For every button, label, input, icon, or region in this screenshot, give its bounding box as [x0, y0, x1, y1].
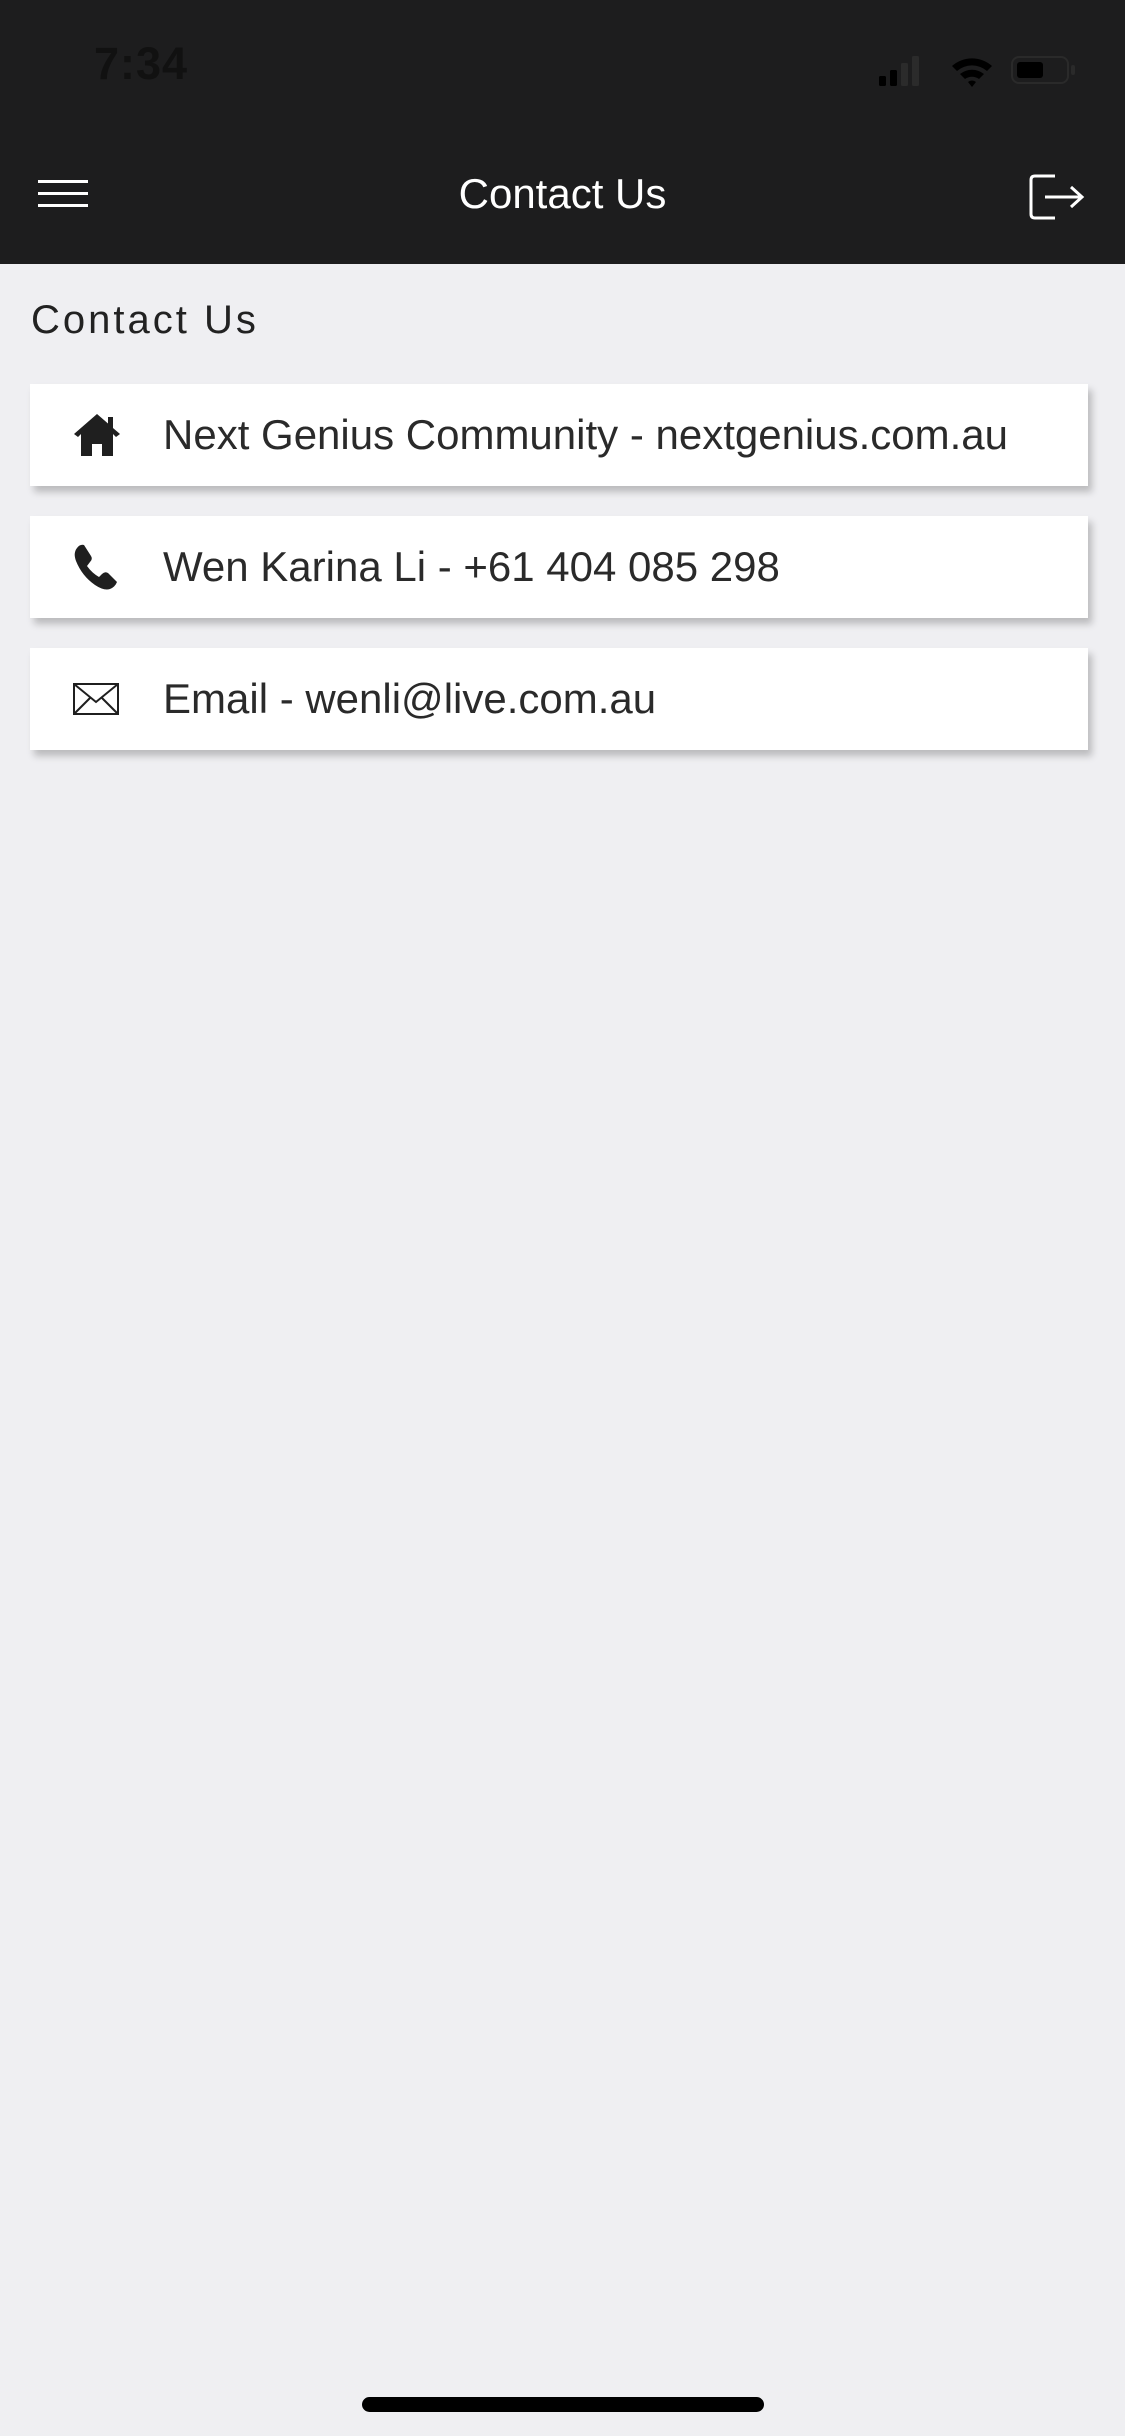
- status-icons: [879, 56, 1075, 87]
- section-title: Contact Us: [31, 298, 259, 342]
- page-title: Contact Us: [458, 170, 667, 217]
- contact-phone-label: Wen Karina Li - +61 404 085 298: [163, 543, 780, 590]
- status-time: 7:34: [94, 38, 189, 89]
- battery-icon: [1011, 56, 1075, 84]
- home-indicator[interactable]: [362, 2397, 764, 2412]
- contact-website-item[interactable]: Next Genius Community - nextgenius.com.a…: [30, 384, 1088, 486]
- cellular-signal-icon: [879, 56, 919, 86]
- contact-email-item[interactable]: Email - wenli@live.com.au: [30, 648, 1088, 750]
- home-icon: [74, 414, 120, 456]
- logout-icon: [1029, 174, 1085, 220]
- logout-button[interactable]: [1027, 168, 1089, 226]
- contact-email-label: Email - wenli@live.com.au: [163, 675, 657, 722]
- app-header: 7:34 Contact Us: [0, 0, 1125, 264]
- mail-icon: [73, 683, 119, 715]
- contact-phone-item[interactable]: Wen Karina Li - +61 404 085 298: [30, 516, 1088, 618]
- phone-icon: [74, 544, 117, 590]
- wifi-icon: [952, 58, 992, 87]
- contact-website-label: Next Genius Community - nextgenius.com.a…: [163, 411, 1009, 458]
